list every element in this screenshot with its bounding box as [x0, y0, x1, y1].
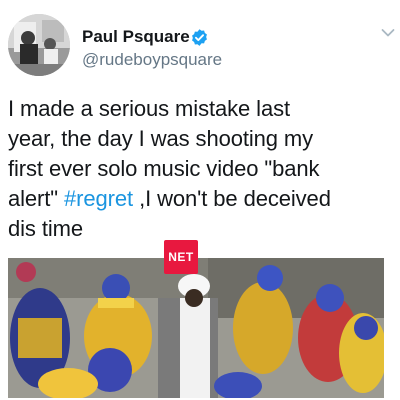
verified-badge-icon: [192, 29, 207, 46]
media-scene: [8, 258, 384, 398]
display-name[interactable]: Paul Psquare: [82, 27, 190, 47]
hashtag-link[interactable]: #regret: [64, 186, 133, 211]
tweet-text-line: I made a serious mistake last: [8, 96, 290, 121]
tweet-text-line: alert" #regret ,I won't be deceived: [8, 184, 394, 214]
user-handle[interactable]: @rudeboypsquare: [82, 50, 222, 70]
tweet-card: Paul Psquare @rudeboypsquare I made a se…: [0, 0, 400, 400]
media-watermark: NET: [164, 240, 198, 274]
tweet-text-line: first ever solo music video "bank: [8, 156, 320, 181]
tweet-text-segment: alert": [8, 186, 59, 211]
chevron-down-icon[interactable]: [381, 28, 395, 38]
tweet-text: I made a serious mistake last year, the …: [8, 94, 394, 244]
tweet-text-line: dis time: [8, 216, 83, 241]
tweet-text-line: year, the day I was shooting my: [8, 126, 314, 151]
avatar-image: [8, 14, 70, 76]
avatar[interactable]: [8, 14, 70, 76]
tweet-text-segment: ,I won't be deceived: [139, 186, 331, 211]
tweet-media-image[interactable]: [8, 258, 384, 398]
